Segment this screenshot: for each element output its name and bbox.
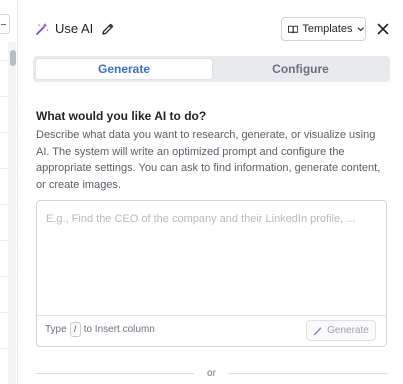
column-collapse-handle[interactable] [0,14,10,34]
generate-button-label: Generate [327,325,369,336]
prompt-input[interactable] [46,210,379,228]
prompt-question: What would you like AI to do? [36,109,207,123]
templates-button[interactable]: Templates [281,17,366,41]
scrollbar-track[interactable] [8,42,16,384]
tab-generate[interactable]: Generate [36,59,212,79]
hint-suffix: to Insert column [83,324,155,335]
prompt-box: Type / to Insert column Generate [36,200,387,347]
prompt-description: Describe what data you want to research,… [36,129,381,191]
or-divider: or [36,366,387,380]
hint-prefix: Type [45,324,67,335]
book-icon [288,25,299,33]
mode-tabs: Generate Configure [33,56,390,82]
close-icon[interactable] [376,22,390,36]
templates-label: Templates [302,23,353,35]
panel-header: Use AI Templates [19,0,403,56]
divider-line [229,373,387,374]
prompt-box-divider [37,315,386,316]
insert-column-hint: Type / to Insert column [45,322,155,337]
scrollbar-thumb[interactable] [10,50,16,66]
pencil-icon[interactable] [101,22,115,36]
use-ai-panel: Use AI Templates Generate Configure What… [19,0,403,384]
spreadsheet-edge [0,0,18,384]
panel-title: Use AI [55,21,94,36]
magic-wand-icon [36,23,49,35]
tab-configure[interactable]: Configure [214,59,387,79]
magic-wand-icon [313,326,322,335]
chevron-down-icon [358,27,365,32]
generate-button[interactable]: Generate [306,320,376,341]
slash-key-badge: / [69,322,81,337]
